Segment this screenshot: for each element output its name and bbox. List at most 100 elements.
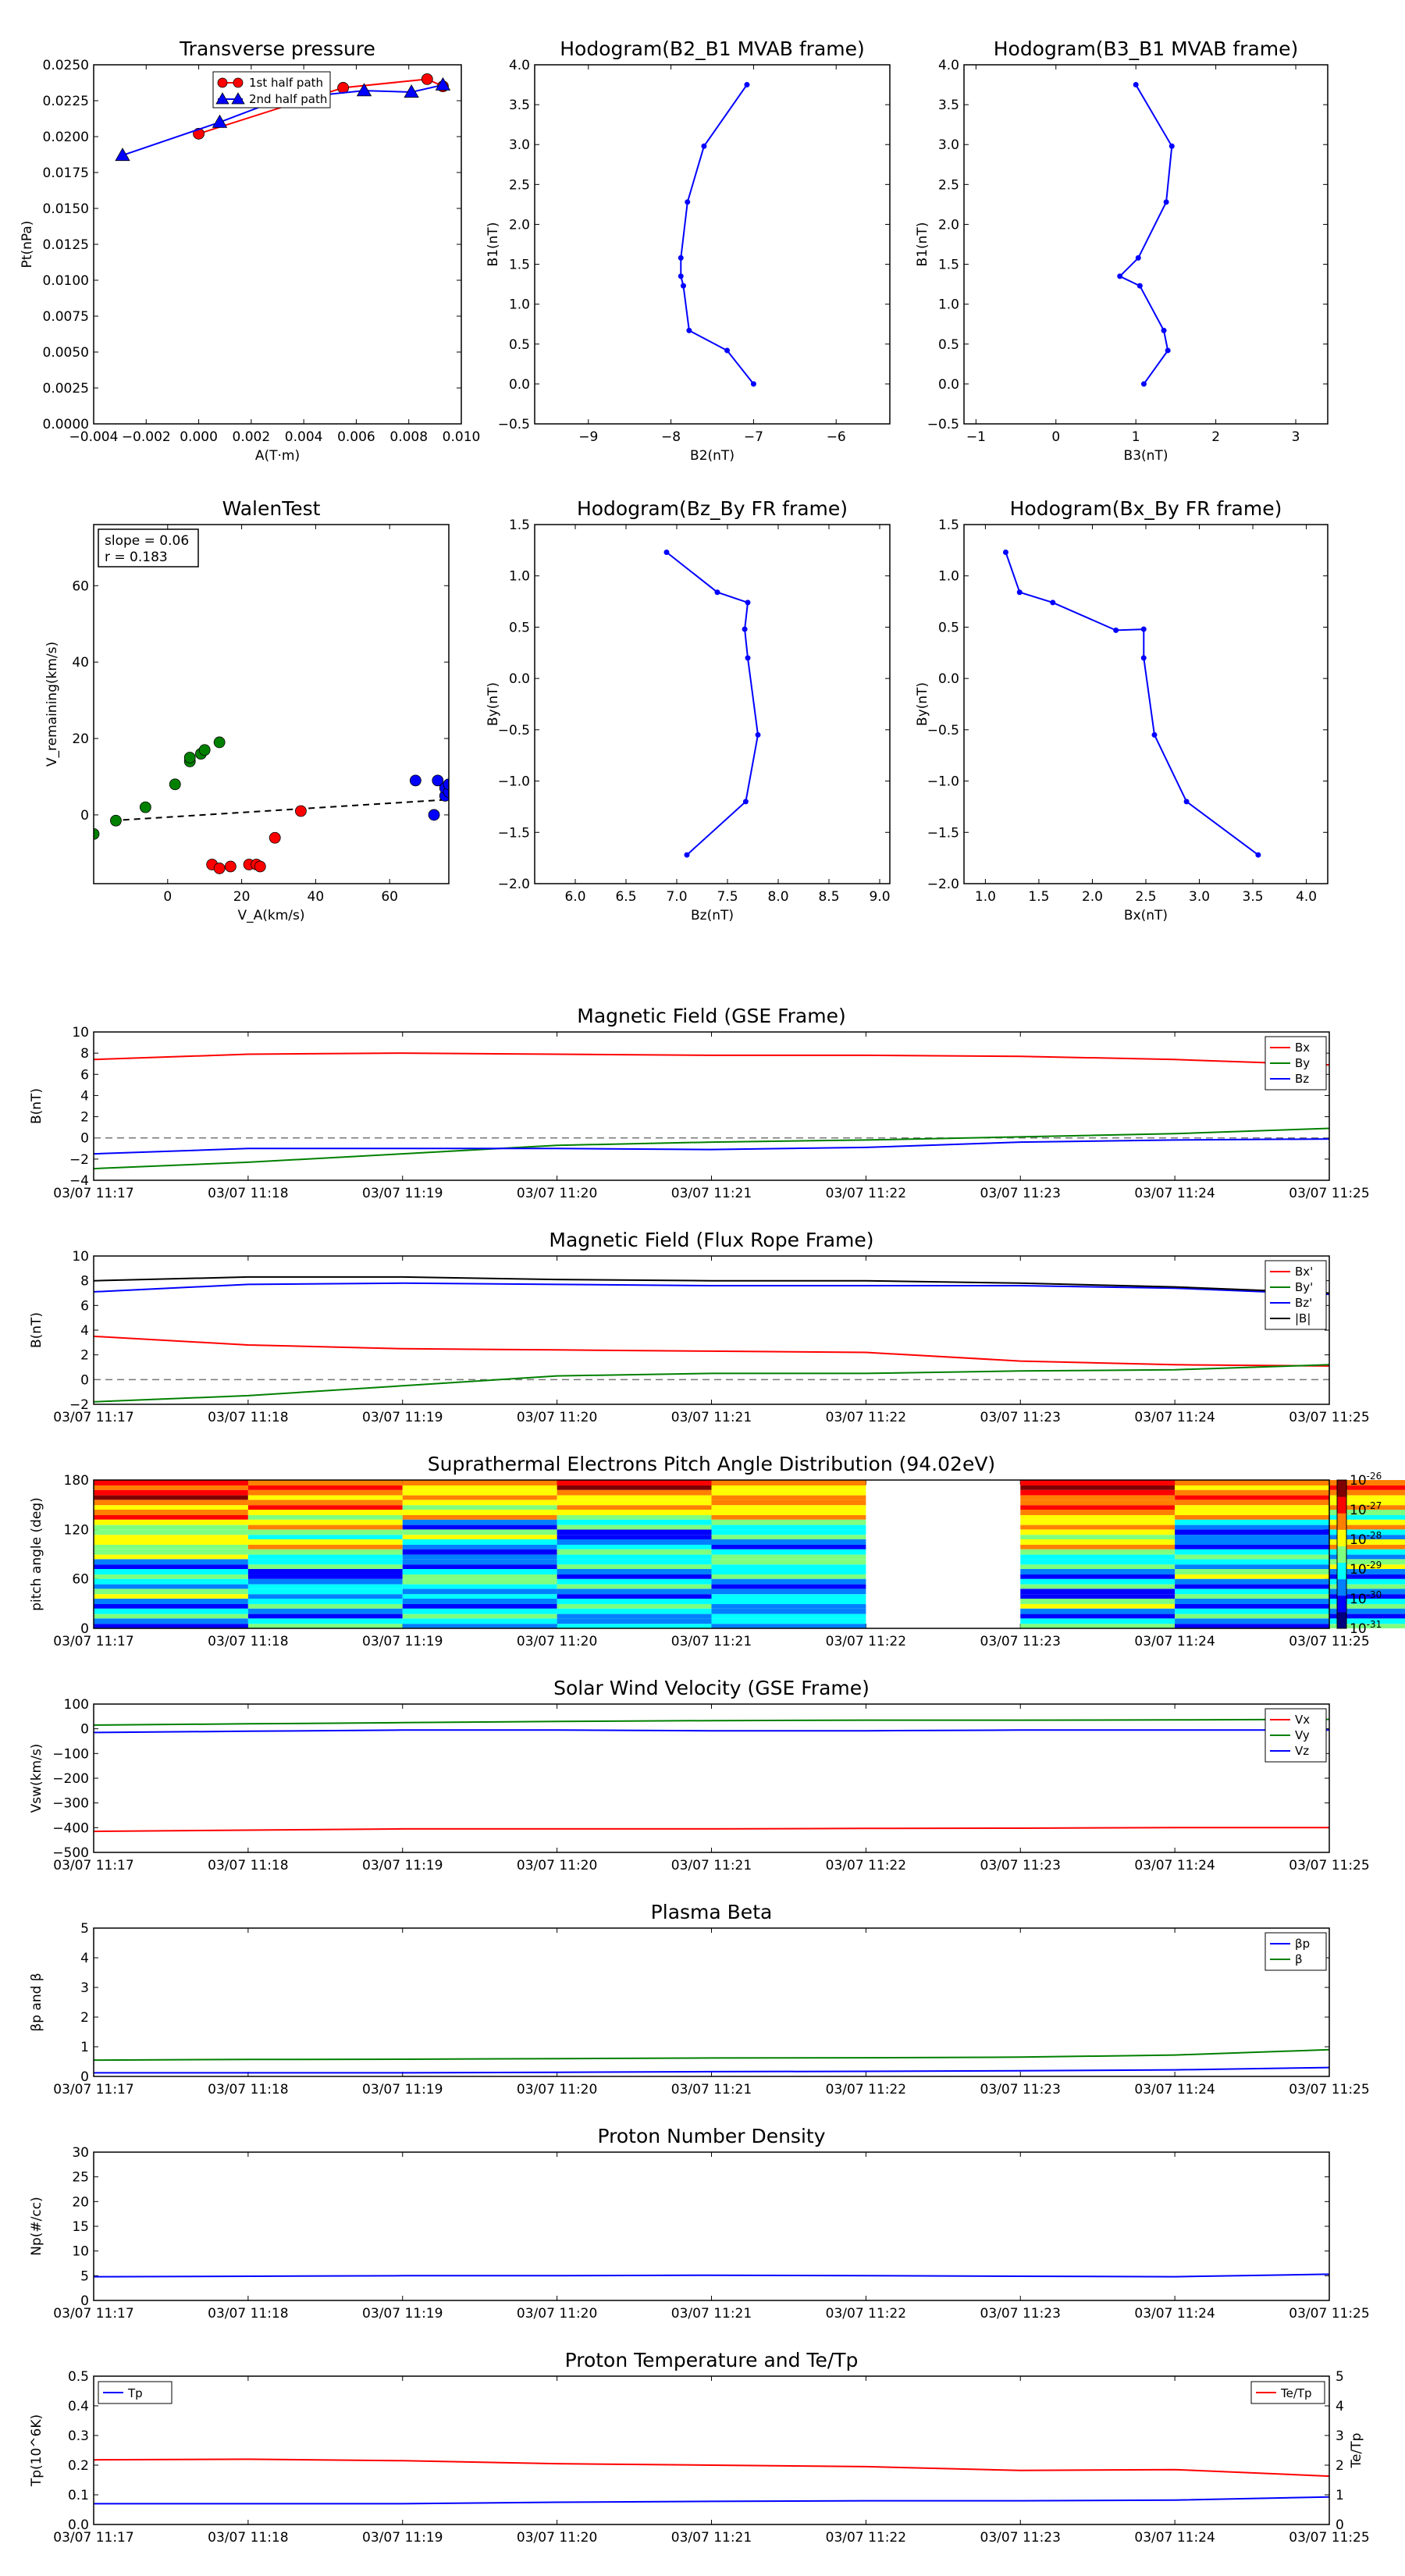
x-tick-label: 03/07 11:19 bbox=[362, 1634, 443, 1649]
x-tick-label: 03/07 11:20 bbox=[517, 2082, 597, 2097]
legend-label: Bx bbox=[1295, 1041, 1310, 1055]
x-tick-label: 03/07 11:21 bbox=[671, 2306, 752, 2322]
y-tick-label: −0.5 bbox=[498, 417, 530, 432]
heatmap-cell bbox=[557, 1594, 712, 1599]
data-point bbox=[428, 809, 440, 821]
x-tick-label: 03/07 11:24 bbox=[1134, 2082, 1215, 2097]
heatmap-cell bbox=[711, 1624, 866, 1628]
x-tick-label: 03/07 11:20 bbox=[517, 2306, 597, 2322]
heatmap-cell bbox=[402, 1569, 557, 1574]
y-tick-label: 0.5 bbox=[509, 620, 530, 635]
data-point bbox=[213, 736, 226, 749]
x-tick-label: 60 bbox=[381, 889, 398, 905]
heatmap-cell bbox=[402, 1514, 557, 1520]
heatmap-cell bbox=[94, 1618, 248, 1624]
data-point bbox=[1113, 627, 1119, 633]
heatmap-cell bbox=[94, 1578, 248, 1585]
x-tick-label: 20 bbox=[233, 889, 251, 905]
y-axis-label: B1(nT) bbox=[915, 222, 930, 267]
heatmap-cell bbox=[557, 1589, 712, 1595]
heatmap-cell bbox=[247, 1603, 403, 1609]
x-tick-label: 2.0 bbox=[1082, 889, 1103, 905]
data-point bbox=[269, 831, 281, 844]
data-point bbox=[742, 626, 748, 632]
data-point bbox=[213, 863, 226, 874]
data-point bbox=[1135, 254, 1141, 261]
heatmap-cell bbox=[402, 1574, 557, 1579]
hodogram-bx-by-panel: Hodogram(Bx_By FR frame) −2.0 −1.5 −1.0 −0.5… bbox=[915, 497, 1329, 923]
x-tick-label: 03/07 11:19 bbox=[362, 1410, 443, 1425]
y-tick-label: −200 bbox=[52, 1771, 89, 1787]
y-tick-label: 2 bbox=[80, 1348, 89, 1364]
heatmap-cell bbox=[1175, 1549, 1329, 1555]
y-right-tick-label: 2 bbox=[1336, 2458, 1344, 2474]
heatmap-cell bbox=[1020, 1519, 1176, 1525]
heatmap-cell bbox=[1175, 1514, 1329, 1520]
heatmap-cell bbox=[247, 1554, 403, 1560]
x-tick-label: 03/07 11:18 bbox=[208, 2530, 288, 2546]
heatmap-cell bbox=[1020, 1554, 1176, 1560]
heatmap-cell bbox=[1175, 1564, 1329, 1569]
heatmap-cell bbox=[94, 1480, 248, 1485]
y-right-tick-label: 3 bbox=[1336, 2428, 1344, 2444]
heatmap-cell bbox=[557, 1519, 712, 1525]
heatmap-cell bbox=[1020, 1544, 1176, 1550]
heatmap-cell bbox=[94, 1514, 248, 1520]
heatmap-cell bbox=[247, 1514, 403, 1520]
x-tick-label: 0.008 bbox=[389, 429, 428, 445]
heatmap-cell bbox=[94, 1495, 248, 1500]
y-tick-label: 8 bbox=[80, 1274, 89, 1290]
x-tick-label: −9 bbox=[578, 429, 598, 445]
x-tick-label: 03/07 11:25 bbox=[1289, 2306, 1369, 2322]
heatmap-cell bbox=[1020, 1608, 1176, 1614]
data-point bbox=[1140, 626, 1147, 632]
y-tick-label: −300 bbox=[52, 1796, 89, 1812]
series-group bbox=[94, 736, 449, 874]
heatmap-cell bbox=[1175, 1608, 1329, 1614]
heatmap-cell bbox=[1175, 1559, 1329, 1565]
series-line bbox=[93, 1718, 1330, 1726]
hodogram-bz-by-panel: Hodogram(Bz_By FR frame) −2.0 −1.5 −1.0 −0.5… bbox=[486, 497, 891, 923]
proton-number-density-panel: Proton Number Density05101520253003/07 1… bbox=[29, 2125, 1370, 2322]
heatmap-cell bbox=[94, 1539, 248, 1545]
y-tick-label: 4 bbox=[80, 1088, 89, 1104]
heatmap-cell bbox=[247, 1500, 403, 1506]
heatmap-cell bbox=[247, 1489, 403, 1496]
heatmap-cell bbox=[402, 1599, 557, 1604]
data-point bbox=[1133, 82, 1139, 88]
data-point bbox=[254, 860, 266, 873]
legend-label: Vy bbox=[1295, 1728, 1310, 1742]
heatmap-cell bbox=[94, 1505, 248, 1510]
heatmap-cell bbox=[711, 1569, 866, 1574]
x-tick-label: 6.5 bbox=[615, 889, 636, 905]
y-tick-label: 0.5 bbox=[938, 620, 959, 635]
data-point bbox=[1140, 655, 1147, 661]
series-line bbox=[93, 2273, 1330, 2278]
heatmap-cell bbox=[557, 1525, 712, 1530]
heatmap-cell bbox=[711, 1574, 866, 1579]
data-point bbox=[742, 799, 749, 805]
series-line bbox=[93, 1729, 1329, 1734]
heatmap-cell bbox=[1175, 1544, 1329, 1550]
y-axis-label: By(nT) bbox=[915, 682, 930, 726]
heatmap-cell bbox=[1020, 1589, 1176, 1595]
heatmap-cell bbox=[1020, 1539, 1176, 1545]
x-tick-label: 03/07 11:20 bbox=[517, 1410, 597, 1425]
data-point bbox=[212, 114, 228, 128]
colorbar-segment bbox=[1337, 1611, 1346, 1629]
data-point bbox=[1140, 381, 1147, 387]
x-tick-label: 0.002 bbox=[233, 429, 271, 445]
heatmap-cell bbox=[557, 1485, 712, 1490]
y-axis-label: βp and β bbox=[29, 1973, 44, 2031]
y-tick-label: 4.0 bbox=[938, 58, 959, 73]
y-tick-label: −2.0 bbox=[498, 877, 530, 892]
heatmap-cell bbox=[1020, 1559, 1176, 1565]
heatmap-cell bbox=[402, 1589, 557, 1595]
heatmap-cell bbox=[711, 1608, 866, 1614]
heatmap-cell bbox=[711, 1603, 866, 1609]
heatmap-cell bbox=[1175, 1500, 1329, 1506]
heatmap-cell bbox=[247, 1574, 403, 1579]
plot-title: Magnetic Field (GSE Frame) bbox=[577, 1005, 845, 1027]
x-tick-label: 8.0 bbox=[767, 889, 788, 905]
heatmap-cell bbox=[557, 1569, 712, 1574]
